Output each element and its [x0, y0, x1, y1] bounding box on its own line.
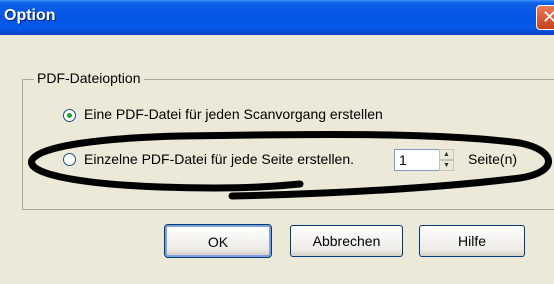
annotation-ellipse — [28, 130, 552, 200]
option-dialog: Option ✕ PDF-Dateioption Eine PDF-Datei … — [0, 0, 554, 284]
